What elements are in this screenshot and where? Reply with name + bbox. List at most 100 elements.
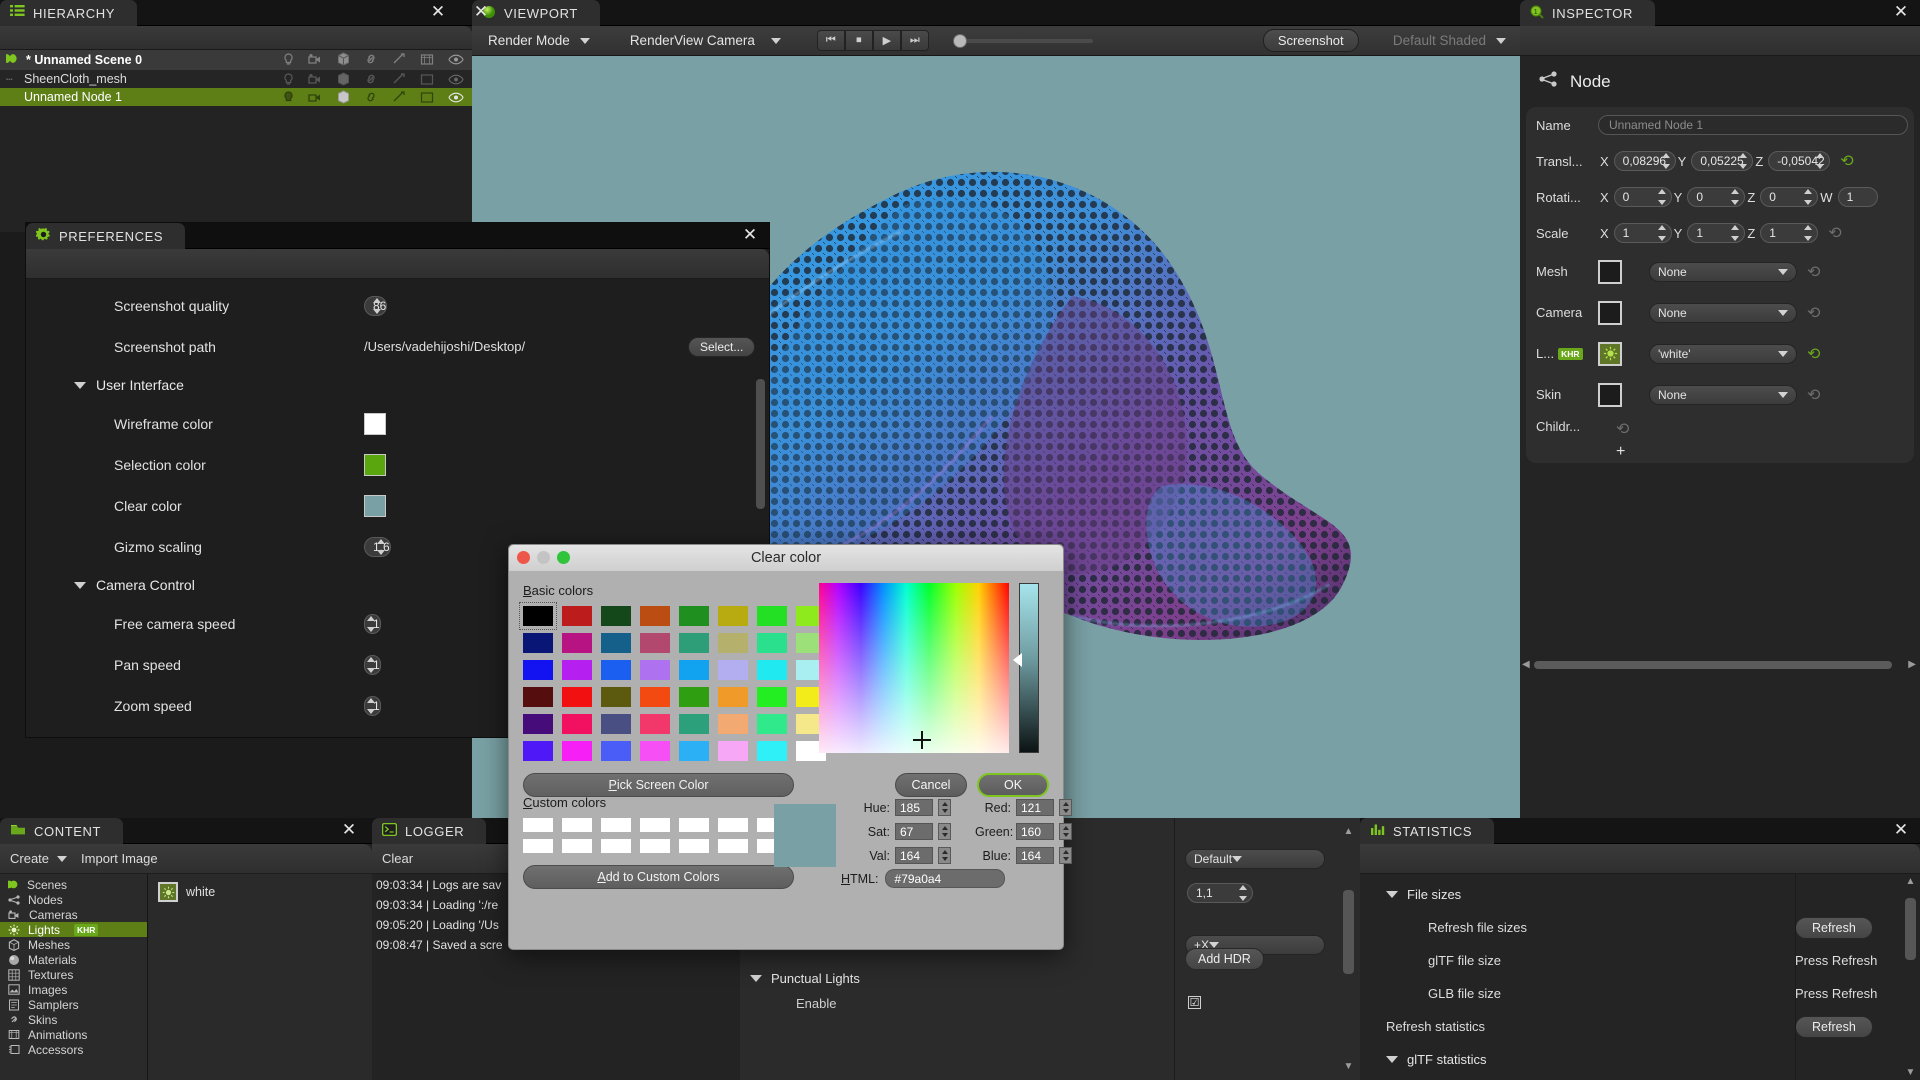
content-item-meshes[interactable]: Meshes xyxy=(0,937,147,952)
gizmo-scaling-input[interactable]: 1,6 xyxy=(364,537,391,557)
wireframe-color-swatch[interactable] xyxy=(364,413,386,435)
basic-color-swatch[interactable] xyxy=(757,687,787,707)
stepper[interactable] xyxy=(1804,225,1816,241)
scale-y-input[interactable]: 1 xyxy=(1687,223,1745,243)
basic-color-swatch[interactable] xyxy=(718,633,748,653)
basic-color-swatch[interactable] xyxy=(562,633,592,653)
selection-color-swatch[interactable] xyxy=(364,454,386,476)
scroll-up-icon[interactable]: ▲ xyxy=(1343,826,1354,837)
scroll-up-icon[interactable]: ▲ xyxy=(1905,876,1916,887)
content-item-images[interactable]: Images xyxy=(0,982,147,997)
custom-color-swatch[interactable] xyxy=(640,839,670,853)
basic-color-swatch[interactable] xyxy=(718,741,748,761)
hierarchy-row-node[interactable]: Unnamed Node 1 xyxy=(0,88,472,106)
stats-group-file-sizes[interactable]: File sizes xyxy=(1360,878,1920,911)
custom-color-swatch[interactable] xyxy=(679,839,709,853)
basic-color-swatch[interactable] xyxy=(679,606,709,626)
content-item-samplers[interactable]: Samplers xyxy=(0,997,147,1012)
content-item-materials[interactable]: Materials xyxy=(0,952,147,967)
screenshot-path-select-button[interactable]: Select... xyxy=(688,337,755,357)
minimize-window-icon[interactable] xyxy=(537,551,550,564)
rotation-w-input[interactable]: 1 xyxy=(1838,187,1878,207)
basic-color-swatch[interactable] xyxy=(757,714,787,734)
free-camera-speed-input[interactable]: 1 xyxy=(364,614,381,634)
scale-z-input[interactable]: 1 xyxy=(1760,223,1818,243)
stepper[interactable] xyxy=(367,657,379,673)
close-window-icon[interactable] xyxy=(517,551,530,564)
stepper[interactable] xyxy=(1731,189,1743,205)
reset-skin-icon[interactable]: ⟲ xyxy=(1807,385,1820,405)
clear-color-swatch[interactable] xyxy=(364,495,386,517)
basic-color-swatch[interactable] xyxy=(718,687,748,707)
basic-color-swatch[interactable] xyxy=(523,633,553,653)
reset-mesh-icon[interactable]: ⟲ xyxy=(1807,262,1820,282)
stepper[interactable] xyxy=(1816,153,1828,169)
camera-dropdown[interactable]: RenderView Camera xyxy=(622,31,789,50)
stepper[interactable] xyxy=(1059,823,1072,840)
zoom-speed-input[interactable]: 1 xyxy=(364,696,381,716)
value-strip[interactable] xyxy=(1019,583,1039,753)
basic-color-swatch[interactable] xyxy=(640,633,670,653)
basic-color-swatch[interactable] xyxy=(757,633,787,653)
content-item-textures[interactable]: Textures xyxy=(0,967,147,982)
stepper[interactable] xyxy=(367,698,379,714)
basic-color-swatch[interactable] xyxy=(640,660,670,680)
shading-dropdown[interactable]: Default Shaded xyxy=(1393,33,1512,48)
custom-color-swatch[interactable] xyxy=(562,839,592,853)
play-button[interactable]: ▶ xyxy=(873,30,901,51)
import-image-button[interactable]: Import Image xyxy=(81,851,158,866)
hue-input[interactable]: 185 xyxy=(895,799,933,816)
basic-color-swatch[interactable] xyxy=(718,660,748,680)
basic-color-swatch[interactable] xyxy=(679,687,709,707)
custom-color-swatch[interactable] xyxy=(523,818,553,832)
stepper[interactable] xyxy=(377,539,389,555)
vscroll-thumb[interactable] xyxy=(1905,898,1916,960)
scroll-down-icon[interactable]: ▼ xyxy=(1905,1067,1916,1078)
cancel-button[interactable]: Cancel xyxy=(895,773,967,797)
saturation-value-field[interactable] xyxy=(819,583,1009,753)
tab-content[interactable]: CONTENT xyxy=(0,818,123,844)
inspector-close-icon[interactable]: ✕ xyxy=(1892,3,1910,21)
basic-color-swatch[interactable] xyxy=(523,741,553,761)
mesh-thumbnail[interactable] xyxy=(1598,260,1622,284)
basic-color-swatch[interactable] xyxy=(562,660,592,680)
basic-color-swatch[interactable] xyxy=(601,633,631,653)
basic-color-swatch[interactable] xyxy=(601,606,631,626)
basic-color-swatch[interactable] xyxy=(562,741,592,761)
vscroll-thumb[interactable] xyxy=(756,379,765,509)
stepper[interactable] xyxy=(373,298,385,314)
enable-checkbox[interactable]: ☑ xyxy=(1188,996,1201,1009)
pref-group-user-interface[interactable]: User Interface xyxy=(26,367,769,403)
content-item-skins[interactable]: Skins xyxy=(0,1012,147,1027)
basic-color-swatch[interactable] xyxy=(562,714,592,734)
inspector-hscrollbar[interactable]: ◀ ▶ xyxy=(1520,659,1920,670)
stepper[interactable] xyxy=(1804,189,1816,205)
reset-scale-icon[interactable]: ⟲ xyxy=(1828,223,1841,243)
vscroll-thumb[interactable] xyxy=(1343,890,1354,974)
translation-x-input[interactable]: 0,08296 xyxy=(1614,151,1676,171)
red-input[interactable]: 121 xyxy=(1016,799,1054,816)
pick-screen-color-button[interactable]: Pick Screen Color xyxy=(523,773,794,797)
basic-color-swatch[interactable] xyxy=(757,741,787,761)
skin-thumbnail[interactable] xyxy=(1598,383,1622,407)
mesh-dropdown[interactable]: None xyxy=(1649,262,1797,282)
screenshot-quality-input[interactable]: 86 xyxy=(364,296,387,316)
hscroll-thumb[interactable] xyxy=(1534,661,1892,669)
scroll-right-icon[interactable]: ▶ xyxy=(1908,659,1916,670)
statistics-close-icon[interactable]: ✕ xyxy=(1892,821,1910,839)
blue-input[interactable]: 164 xyxy=(1016,847,1054,864)
preferences-close-icon[interactable]: ✕ xyxy=(741,226,759,244)
scroll-down-icon[interactable]: ▼ xyxy=(1343,1061,1354,1072)
screenshot-button[interactable]: Screenshot xyxy=(1263,29,1359,52)
pan-speed-input[interactable]: 1 xyxy=(364,655,381,675)
basic-color-swatch[interactable] xyxy=(523,687,553,707)
render-mode-dropdown[interactable]: Render Mode xyxy=(480,31,598,50)
sat-input[interactable]: 67 xyxy=(895,823,933,840)
basic-color-swatch[interactable] xyxy=(640,741,670,761)
add-to-custom-colors-button[interactable]: Add to Custom Colors xyxy=(523,865,794,889)
reset-camera-icon[interactable]: ⟲ xyxy=(1807,303,1820,323)
camera-dropdown[interactable]: None xyxy=(1649,303,1797,323)
basic-color-swatch[interactable] xyxy=(601,714,631,734)
reset-light-icon[interactable]: ⟲ xyxy=(1807,344,1820,364)
add-child-button[interactable]: + xyxy=(1616,443,1629,461)
